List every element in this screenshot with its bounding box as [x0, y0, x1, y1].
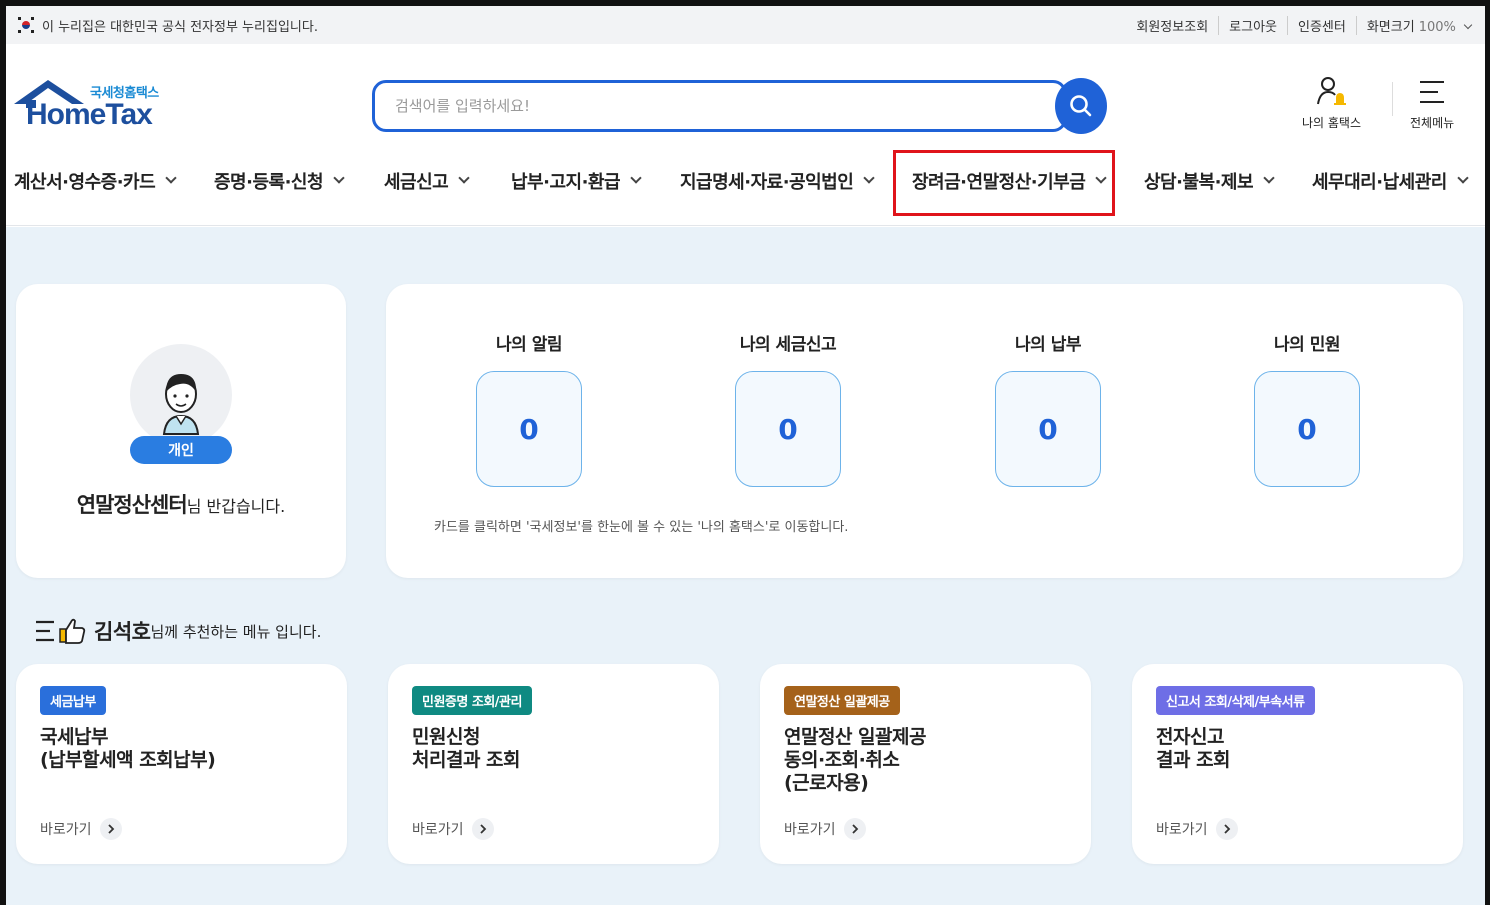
- highlight-box: [893, 150, 1115, 216]
- zoom-value: 100%: [1418, 19, 1456, 35]
- search-box: [372, 80, 1067, 132]
- site-header: 국세청홈택스 HomeTax 나의 홈택스 전체메뉴: [6, 44, 1485, 154]
- welcome-message: 연말정산센터님 반갑습니다.: [16, 489, 346, 519]
- nav-label: 세금신고: [384, 172, 449, 193]
- recommend-card-e-filing[interactable]: 신고서 조회/삭제/부속서류 전자신고 결과 조회 바로가기: [1132, 664, 1463, 864]
- user-type-badge: 개인: [130, 436, 232, 464]
- card-title: 전자신고 결과 조회: [1156, 726, 1231, 771]
- recommend-heading: 김석호 님께 추천하는 메뉴 입니다.: [36, 616, 321, 646]
- member-info-link[interactable]: 회원정보조회: [1126, 15, 1220, 35]
- nav-label: 납부·고지·환급: [511, 172, 621, 193]
- stat-tax-reports: 나의 세금신고 0: [734, 330, 842, 487]
- nav-label: 계산서·영수증·카드: [14, 172, 156, 193]
- search-area: [372, 78, 1107, 134]
- gov-notice-bar: 이 누리집은 대한민국 공식 전자정부 누리집입니다. 회원정보조회 로그아웃 …: [6, 6, 1485, 44]
- recommend-card-year-end[interactable]: 연말정산 일괄제공 연말정산 일괄제공 동의·조회·취소 (근로자용) 바로가기: [760, 664, 1091, 864]
- recommend-card-civil-result[interactable]: 민원증명 조회/관리 민원신청 처리결과 조회 바로가기: [388, 664, 719, 864]
- nav-label: 지급명세·자료·공익법인: [680, 172, 854, 193]
- recommend-user-name: 김석호: [94, 620, 151, 644]
- all-menu-button[interactable]: 전체메뉴: [1410, 74, 1454, 131]
- chevron-down-icon: [630, 172, 642, 184]
- stat-notifications: 나의 알림 0: [475, 330, 583, 487]
- card-title: 연말정산 일괄제공 동의·조회·취소 (근로자용): [784, 726, 926, 794]
- stat-label: 나의 민원: [1274, 335, 1340, 355]
- recommend-suffix: 님께 추천하는 메뉴 입니다.: [150, 622, 322, 641]
- chevron-right-icon: [471, 818, 494, 840]
- recommend-card-tax-payment[interactable]: 세금납부 국세납부 (납부할세액 조회납부) 바로가기: [16, 664, 347, 864]
- chevron-right-icon: [99, 818, 122, 840]
- logo-title: HomeTax: [26, 98, 153, 131]
- gov-notice-text: 이 누리집은 대한민국 공식 전자정부 누리집입니다.: [42, 19, 318, 35]
- stat-box[interactable]: 0: [735, 371, 841, 487]
- search-button[interactable]: [1055, 78, 1107, 134]
- chevron-right-icon: [843, 818, 866, 840]
- zoom-label: 화면크기: [1366, 19, 1415, 35]
- chevron-down-icon: [863, 172, 875, 184]
- header-divider: [1392, 82, 1393, 116]
- stat-box[interactable]: 0: [476, 371, 582, 487]
- search-input[interactable]: [395, 97, 995, 115]
- category-tag: 연말정산 일괄제공: [784, 686, 900, 715]
- shortcut-label: 바로가기: [40, 822, 92, 838]
- person-avatar-icon: [162, 374, 200, 435]
- cert-center-link[interactable]: 인증센터: [1288, 15, 1357, 35]
- shortcut-link[interactable]: 바로가기: [1156, 818, 1238, 840]
- main-content: 개인 연말정산센터님 반갑습니다. 나의 알림 0 나의 세금신고 0 나의 납…: [6, 227, 1485, 905]
- stat-label: 나의 알림: [496, 335, 562, 355]
- chevron-down-icon: [1463, 20, 1473, 29]
- shortcut-label: 바로가기: [1156, 822, 1208, 838]
- stat-box[interactable]: 0: [995, 371, 1101, 487]
- chevron-down-icon: [1457, 172, 1469, 184]
- search-icon: [1070, 95, 1092, 117]
- shortcut-label: 바로가기: [412, 822, 464, 838]
- stat-civil-requests: 나의 민원 0: [1253, 330, 1361, 487]
- stat-box[interactable]: 0: [1254, 371, 1360, 487]
- nav-label: 증명·등록·신청: [214, 172, 324, 193]
- nav-label: 상담·불복·제보: [1144, 172, 1254, 193]
- card-title: 국세납부 (납부할세액 조회납부): [40, 726, 216, 771]
- nav-item-payment[interactable]: 납부·고지·환급: [511, 168, 642, 194]
- user-bell-icon: [1316, 77, 1346, 105]
- stat-label: 나의 납부: [1015, 335, 1081, 355]
- nav-item-consult[interactable]: 상담·불복·제보: [1144, 168, 1275, 194]
- stat-label: 나의 세금신고: [739, 335, 837, 355]
- all-menu-label: 전체메뉴: [1410, 116, 1455, 130]
- nav-item-invoice[interactable]: 계산서·영수증·카드: [14, 168, 177, 194]
- summary-card: 나의 알림 0 나의 세금신고 0 나의 납부 0 나의 민원 0 카드를 클릭…: [386, 284, 1463, 578]
- avatar: [130, 344, 232, 446]
- shortcut-link[interactable]: 바로가기: [40, 818, 122, 840]
- category-tag: 세금납부: [40, 686, 106, 715]
- nav-item-agent[interactable]: 세무대리·납세관리: [1312, 168, 1469, 194]
- greeting-text: 님 반갑습니다.: [186, 497, 286, 516]
- chevron-down-icon: [458, 172, 470, 184]
- nav-label: 세무대리·납세관리: [1312, 172, 1447, 193]
- nav-item-certificate[interactable]: 증명·등록·신청: [214, 168, 345, 194]
- chevron-down-icon: [165, 172, 177, 184]
- zoom-control[interactable]: 화면크기 100%: [1357, 16, 1473, 35]
- shortcut-link[interactable]: 바로가기: [784, 818, 866, 840]
- summary-hint: 카드를 클릭하면 '국세정보'를 한눈에 볼 수 있는 '나의 홈택스'로 이동…: [434, 520, 849, 535]
- profile-card: 개인 연말정산센터님 반갑습니다.: [16, 284, 346, 578]
- chevron-right-icon: [1215, 818, 1238, 840]
- user-name: 연말정산센터: [76, 493, 188, 517]
- hamburger-menu-icon: [1420, 81, 1445, 103]
- nav-item-statement[interactable]: 지급명세·자료·공익법인: [680, 168, 875, 194]
- card-title: 민원신청 처리결과 조회: [412, 726, 521, 771]
- my-hometax-button[interactable]: 나의 홈택스: [1302, 74, 1361, 131]
- chevron-down-icon: [333, 172, 345, 184]
- thumbs-up-list-icon: [36, 618, 86, 644]
- shortcut-label: 바로가기: [784, 822, 836, 838]
- hometax-logo[interactable]: 국세청홈택스 HomeTax: [14, 78, 174, 138]
- category-tag: 민원증명 조회/관리: [412, 686, 532, 715]
- category-tag: 신고서 조회/삭제/부속서류: [1156, 686, 1315, 715]
- shortcut-link[interactable]: 바로가기: [412, 818, 494, 840]
- korean-flag-icon: [18, 17, 34, 33]
- stat-payments: 나의 납부 0: [994, 330, 1102, 487]
- logout-link[interactable]: 로그아웃: [1219, 15, 1288, 35]
- main-nav: 계산서·영수증·카드 증명·등록·신청 세금신고 납부·고지·환급 지급명세·자…: [6, 154, 1485, 226]
- nav-item-tax-report[interactable]: 세금신고: [384, 168, 470, 194]
- my-hometax-label: 나의 홈택스: [1302, 116, 1362, 130]
- chevron-down-icon: [1263, 172, 1275, 184]
